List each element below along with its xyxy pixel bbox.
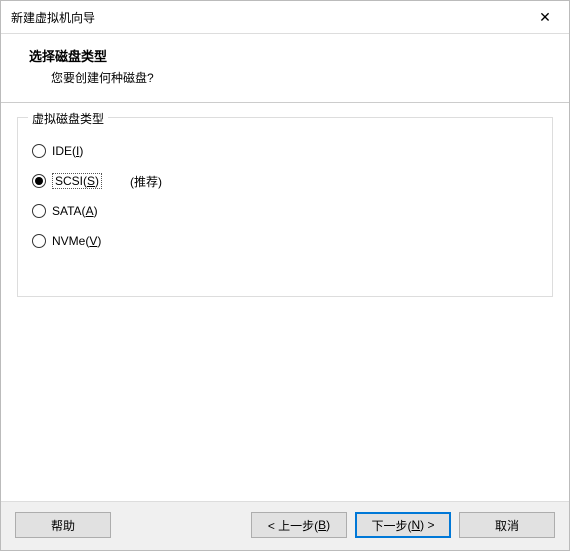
radio-icon bbox=[32, 174, 46, 188]
radio-icon bbox=[32, 234, 46, 248]
close-icon: ✕ bbox=[539, 9, 551, 26]
radio-label: NVMe(V) bbox=[52, 234, 101, 248]
radio-icon bbox=[32, 144, 46, 158]
group-label: 虚拟磁盘类型 bbox=[28, 110, 108, 127]
radio-option-nvme[interactable]: NVMe(V) bbox=[32, 226, 538, 256]
radio-label: IDE(I) bbox=[52, 144, 83, 158]
radio-option-scsi[interactable]: SCSI(S) (推荐) bbox=[32, 166, 538, 196]
wizard-footer: 帮助 < 上一步(B) 下一步(N) > 取消 bbox=[1, 501, 569, 550]
radio-label: SATA(A) bbox=[52, 204, 98, 218]
close-button[interactable]: ✕ bbox=[531, 7, 559, 27]
disk-type-group: 虚拟磁盘类型 IDE(I) SCSI(S) (推荐) SATA(A) bbox=[17, 117, 553, 297]
window-title: 新建虚拟机向导 bbox=[11, 9, 95, 26]
next-button[interactable]: 下一步(N) > bbox=[355, 512, 451, 538]
wizard-content: 虚拟磁盘类型 IDE(I) SCSI(S) (推荐) SATA(A) bbox=[1, 103, 569, 501]
recommended-label: (推荐) bbox=[130, 173, 162, 190]
help-button[interactable]: 帮助 bbox=[15, 512, 111, 538]
radio-label: SCSI(S) bbox=[52, 173, 102, 189]
radio-option-sata[interactable]: SATA(A) bbox=[32, 196, 538, 226]
page-subtitle: 您要创建何种磁盘? bbox=[51, 69, 549, 86]
titlebar: 新建虚拟机向导 ✕ bbox=[1, 1, 569, 34]
wizard-header: 选择磁盘类型 您要创建何种磁盘? bbox=[1, 34, 569, 103]
cancel-button[interactable]: 取消 bbox=[459, 512, 555, 538]
page-title: 选择磁盘类型 bbox=[29, 46, 549, 65]
radio-option-ide[interactable]: IDE(I) bbox=[32, 136, 538, 166]
back-button[interactable]: < 上一步(B) bbox=[251, 512, 347, 538]
radio-icon bbox=[32, 204, 46, 218]
